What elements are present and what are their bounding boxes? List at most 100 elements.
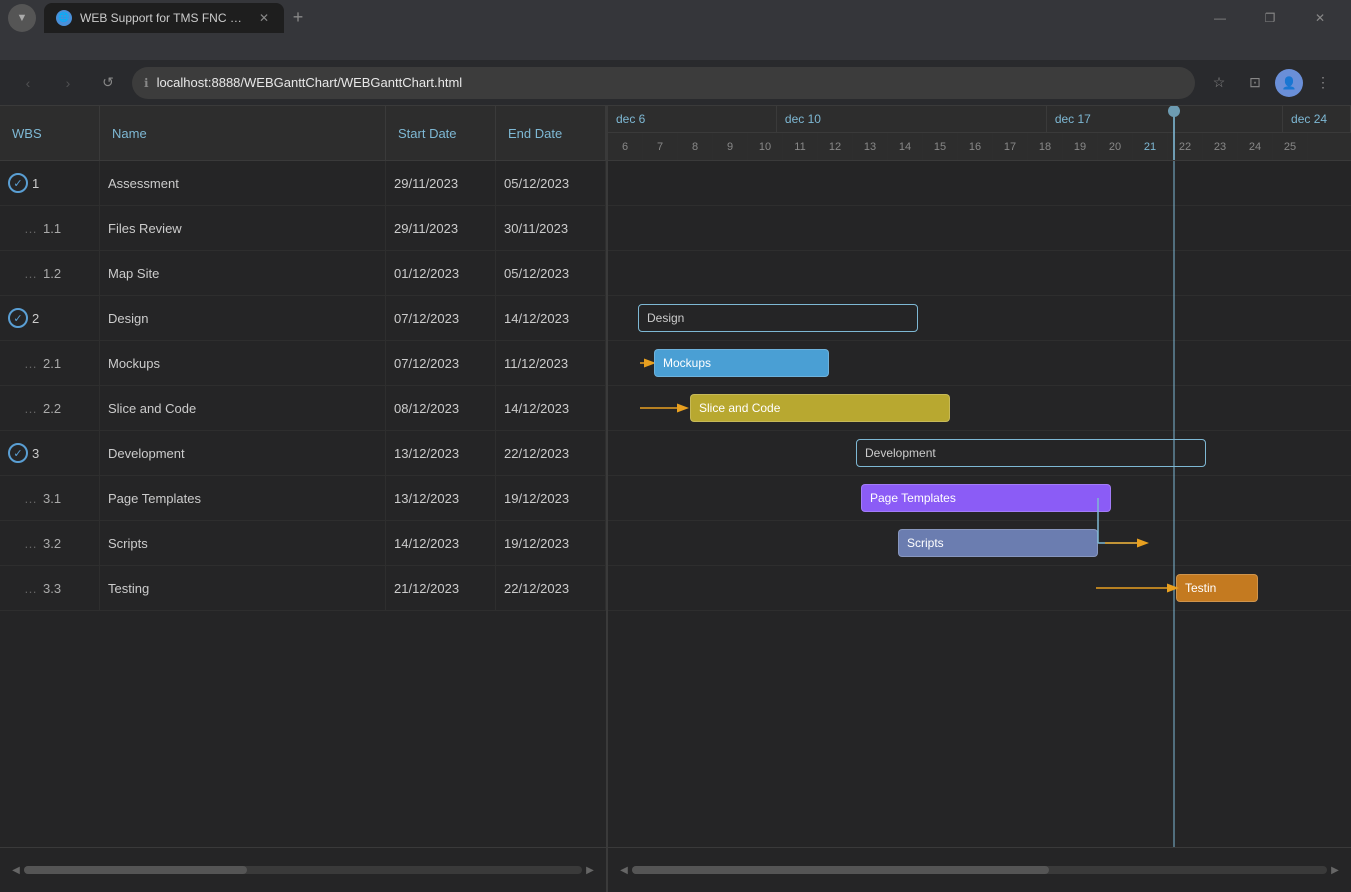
- gantt-days: 6 7 8 9 10 11 12 13 14 15 16 17 18 19 20…: [608, 133, 1351, 161]
- wbs-cell: …2.2: [0, 386, 100, 430]
- table-body: ✓ 1 Assessment 29/11/2023 05/12/2023 …1.…: [0, 161, 606, 847]
- wbs-cell: …3.3: [0, 566, 100, 610]
- forward-button[interactable]: ›: [52, 67, 84, 99]
- scrollbar-left: ◀ ▶: [0, 848, 608, 892]
- start-cell: 29/11/2023: [386, 161, 496, 205]
- task-bar-design[interactable]: Design: [638, 304, 918, 332]
- browser-titlebar: ▼ 🌐 WEB Support for TMS FNC Gan... ✕ + —…: [0, 0, 1351, 35]
- scroll-left-arrow[interactable]: ◀: [8, 862, 24, 878]
- gantt-months: dec 6 dec 10 dec 17 dec 24: [608, 106, 1351, 133]
- profile-selector[interactable]: ▼: [8, 4, 36, 32]
- tab-close-button[interactable]: ✕: [256, 10, 272, 26]
- end-cell: 22/12/2023: [496, 566, 606, 610]
- gantt-day: 6: [608, 133, 643, 161]
- scrollbar-right: ◀ ▶: [608, 848, 1351, 892]
- wbs-cell: …1.2: [0, 251, 100, 295]
- name-cell: Slice and Code: [100, 386, 386, 430]
- end-cell: 11/12/2023: [496, 341, 606, 385]
- indent-dots: …: [24, 266, 37, 281]
- gantt-row: [608, 161, 1351, 206]
- end-cell: 14/12/2023: [496, 296, 606, 340]
- table-row: …1.1 Files Review 29/11/2023 30/11/2023: [0, 206, 606, 251]
- gantt-day: 7: [643, 133, 678, 161]
- bottom-bar: ◀ ▶ ◀ ▶: [0, 847, 1351, 892]
- gantt-day: 19: [1063, 133, 1098, 161]
- gantt-day: 10: [748, 133, 783, 161]
- gantt-day: 15: [923, 133, 958, 161]
- group-check-icon: ✓: [8, 443, 28, 463]
- task-bar-development[interactable]: Development: [856, 439, 1206, 467]
- name-cell: Testing: [100, 566, 386, 610]
- address-text: localhost:8888/WEBGanttChart/WEBGanttCha…: [157, 75, 1183, 90]
- gantt-row: Mockups: [608, 341, 1351, 386]
- scroll-right-arrow-gantt[interactable]: ▶: [1327, 862, 1343, 878]
- th-wbs: WBS: [0, 106, 100, 160]
- gantt-month: dec 6: [608, 106, 777, 132]
- minimize-button[interactable]: —: [1197, 3, 1243, 33]
- table-row: ✓ 3 Development 13/12/2023 22/12/2023: [0, 431, 606, 476]
- tab-title: WEB Support for TMS FNC Gan...: [80, 11, 248, 25]
- indent-dots: …: [24, 536, 37, 551]
- browser-menu-button[interactable]: ⋮: [1307, 67, 1339, 99]
- wbs-cell: …1.1: [0, 206, 100, 250]
- table-row: …1.2 Map Site 01/12/2023 05/12/2023: [0, 251, 606, 296]
- indent-dots: …: [24, 491, 37, 506]
- task-bar-pagetemplates[interactable]: Page Templates: [861, 484, 1111, 512]
- scrollbar-track-left[interactable]: [24, 866, 582, 874]
- start-cell: 07/12/2023: [386, 341, 496, 385]
- name-cell: Files Review: [100, 206, 386, 250]
- tab-favicon: 🌐: [56, 10, 72, 26]
- scroll-left-arrow-gantt[interactable]: ◀: [616, 862, 632, 878]
- wbs-cell: …2.1: [0, 341, 100, 385]
- scrollbar-thumb-right[interactable]: [632, 866, 1049, 874]
- start-cell: 01/12/2023: [386, 251, 496, 295]
- name-cell: Map Site: [100, 251, 386, 295]
- timeline-marker: [1173, 106, 1175, 160]
- close-button[interactable]: ✕: [1297, 3, 1343, 33]
- scrollbar-thumb-left[interactable]: [24, 866, 247, 874]
- table-header: WBS Name Start Date End Date: [0, 106, 606, 161]
- back-button[interactable]: ‹: [12, 67, 44, 99]
- gantt-row: [608, 206, 1351, 251]
- gantt-day: 18: [1028, 133, 1063, 161]
- end-cell: 19/12/2023: [496, 521, 606, 565]
- gantt-day: 8: [678, 133, 713, 161]
- bookmark-button[interactable]: ☆: [1203, 67, 1235, 99]
- gantt-day: 14: [888, 133, 923, 161]
- active-tab[interactable]: 🌐 WEB Support for TMS FNC Gan... ✕: [44, 3, 284, 33]
- task-bar-slice[interactable]: Slice and Code: [690, 394, 950, 422]
- start-cell: 29/11/2023: [386, 206, 496, 250]
- address-bar[interactable]: ℹ localhost:8888/WEBGanttChart/WEBGanttC…: [132, 67, 1195, 99]
- scrollbar-track-right[interactable]: [632, 866, 1327, 874]
- scroll-right-arrow[interactable]: ▶: [582, 862, 598, 878]
- reload-button[interactable]: ↺: [92, 67, 124, 99]
- gantt-day: 20: [1098, 133, 1133, 161]
- wbs-cell: ✓ 2: [0, 296, 100, 340]
- gantt-header: dec 6 dec 10 dec 17 dec 24 6 7 8 9 10 11…: [608, 106, 1351, 161]
- gantt-row: [608, 251, 1351, 296]
- indent-dots: …: [24, 401, 37, 416]
- extensions-button[interactable]: ⊡: [1239, 67, 1271, 99]
- gantt-month: dec 24: [1283, 106, 1351, 132]
- table-row: ✓ 1 Assessment 29/11/2023 05/12/2023: [0, 161, 606, 206]
- end-cell: 19/12/2023: [496, 476, 606, 520]
- toolbar-icons: ☆ ⊡ 👤 ⋮: [1203, 67, 1339, 99]
- wbs-cell: …3.2: [0, 521, 100, 565]
- restore-button[interactable]: ❐: [1247, 3, 1293, 33]
- new-tab-button[interactable]: +: [284, 4, 312, 32]
- gantt-day: 11: [783, 133, 818, 161]
- end-cell: 05/12/2023: [496, 251, 606, 295]
- name-cell: Scripts: [100, 521, 386, 565]
- app-content: WBS Name Start Date End Date ✓ 1 Assessm…: [0, 106, 1351, 847]
- profile-avatar[interactable]: 👤: [1275, 69, 1303, 97]
- task-bar-scripts[interactable]: Scripts: [898, 529, 1098, 557]
- task-bar-mockups[interactable]: Mockups: [654, 349, 829, 377]
- gantt-row: Development: [608, 431, 1351, 476]
- end-cell: 22/12/2023: [496, 431, 606, 475]
- start-cell: 13/12/2023: [386, 431, 496, 475]
- gantt-day: 12: [818, 133, 853, 161]
- gantt-day: 9: [713, 133, 748, 161]
- task-bar-testing[interactable]: Testin: [1176, 574, 1258, 602]
- address-info-icon: ℹ: [144, 76, 149, 90]
- indent-dots: …: [24, 581, 37, 596]
